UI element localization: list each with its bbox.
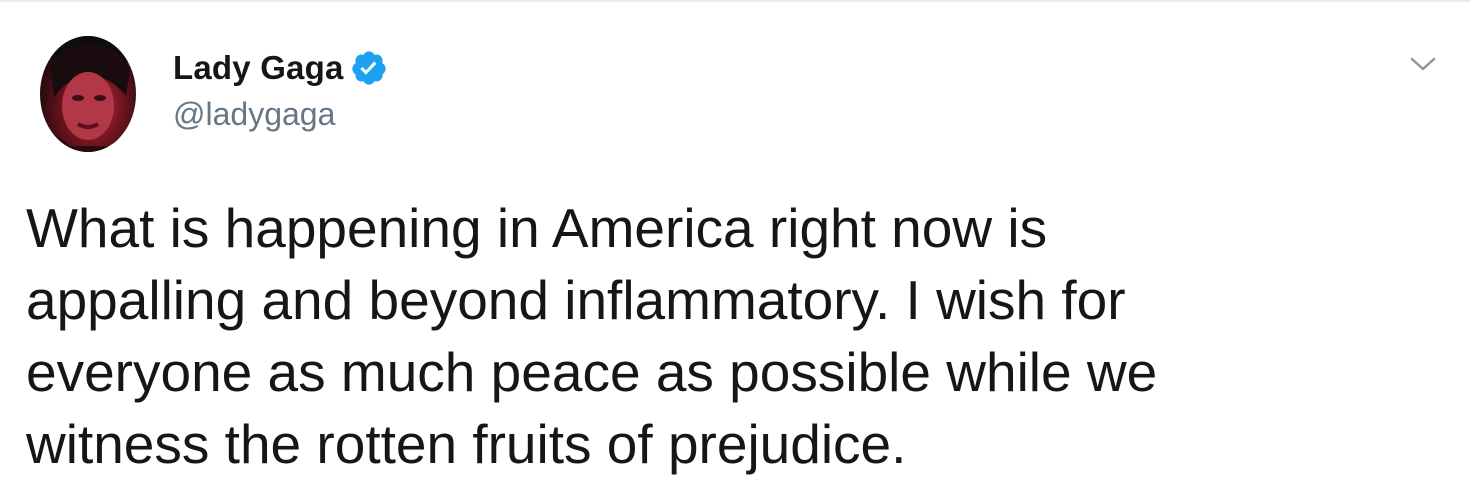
avatar[interactable] <box>40 36 136 152</box>
chevron-down-icon[interactable] <box>1406 52 1440 76</box>
author-display-name[interactable]: Lady Gaga <box>173 49 344 87</box>
tweet-text-line: witness the rotten fruits of prejudice. <box>26 413 907 475</box>
avatar-image <box>40 36 136 152</box>
tweet-text: What is happening in America right now i… <box>26 192 1446 480</box>
author-name-row: Lady Gaga <box>173 46 388 90</box>
tweet-text-line: What is happening in America right now i… <box>26 197 1048 259</box>
tweet-text-line: appalling and beyond inflammatory. I wis… <box>26 269 1126 331</box>
author-handle[interactable]: @ladygaga <box>173 96 335 133</box>
verified-badge-icon <box>350 49 388 87</box>
tweet-card: Lady Gaga @ladygaga What is happening in… <box>0 0 1470 494</box>
tweet-text-line: everyone as much peace as possible while… <box>26 341 1158 403</box>
